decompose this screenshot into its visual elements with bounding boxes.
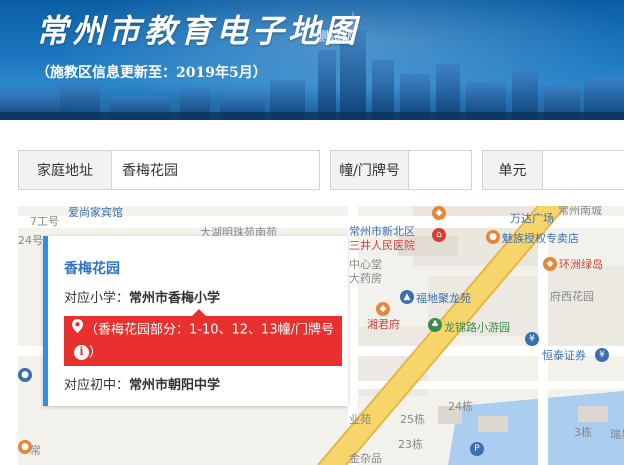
map-label: 25栋	[400, 413, 425, 426]
map-label: 业苑	[349, 413, 371, 426]
park-icon[interactable]: ♣	[428, 318, 442, 332]
middle-school-label: 对应初中：	[64, 378, 130, 393]
app-title: 常州市教育电子地图	[36, 12, 361, 50]
map-label: 湘君府	[367, 318, 400, 331]
map-label: 金杂品	[349, 452, 382, 465]
building-field[interactable]: 幢/门牌号	[330, 150, 472, 190]
hospital-icon[interactable]: ⌂	[432, 228, 446, 242]
map-label: 3栋	[574, 426, 592, 439]
map-label: 7工号	[30, 215, 59, 228]
primary-school-name[interactable]: 常州市香梅小学	[129, 291, 220, 306]
primary-school-row: 对应小学：常州市香梅小学	[64, 287, 220, 306]
map-label: 恒泰证券	[542, 349, 586, 362]
unit-field[interactable]: 单元	[482, 150, 624, 190]
map-label: 23栋	[398, 438, 423, 451]
address-label: 家庭地址	[19, 151, 112, 189]
map-label: 常	[30, 444, 41, 457]
restaurant-icon[interactable]: ◆	[543, 257, 557, 271]
building-input[interactable]	[409, 151, 471, 189]
building-label: 幢/门牌号	[331, 151, 409, 189]
map-label: 万达广场	[510, 212, 554, 225]
unit-label: 单元	[483, 151, 543, 189]
map-label: 环洲绿岛	[559, 258, 603, 271]
address-field[interactable]: 家庭地址 香梅花园	[18, 150, 320, 190]
school-info-card: 香梅花园 对应小学：常州市香梅小学 （香梅花园部分：1-10、12、13幢/门牌…	[43, 236, 348, 406]
middle-school-name[interactable]: 常州市朝阳中学	[129, 378, 220, 393]
map-label: 福地聚龙苑	[416, 292, 471, 305]
map-label: 常州南城	[558, 206, 602, 217]
map-label: 瑞易	[610, 428, 624, 441]
catchment-note: （香梅花园部分：1-10、12、13幢/门牌号 i）	[64, 309, 342, 366]
location-pin-icon	[72, 319, 83, 341]
header-banner: 常州市教育电子地图 测试版 （施教区信息更新至：2019年5月）	[0, 0, 624, 120]
update-date-note: （施教区信息更新至：2019年5月）	[36, 65, 267, 81]
unit-input[interactable]	[543, 151, 624, 189]
map-label: 24栋	[448, 400, 473, 413]
search-bar: 家庭地址 香梅花园 幢/门牌号 单元	[0, 120, 624, 206]
map-label: 大药房	[349, 272, 382, 285]
map-label: 魅族授权专卖店	[502, 232, 579, 245]
catchment-note-tail: ）	[89, 344, 103, 360]
catchment-note-text: （香梅花园部分：1-10、12、13幢/门牌号	[85, 322, 334, 338]
map-label: 爱尚家宾馆	[68, 206, 123, 219]
middle-school-row: 对应初中：常州市朝阳中学	[64, 374, 220, 393]
bank-icon[interactable]: ¥	[595, 348, 609, 362]
parking-icon[interactable]: P	[470, 442, 484, 456]
primary-school-label: 对应小学：	[64, 291, 130, 306]
map-label: 府西花园	[550, 290, 594, 303]
address-input[interactable]: 香梅花园	[112, 151, 319, 189]
shopping-icon[interactable]: ●	[486, 230, 500, 244]
finance-icon[interactable]: ¥	[525, 332, 539, 346]
test-version-badge: 测试版	[316, 30, 356, 45]
residence-name: 香梅花园	[64, 261, 120, 277]
map-poi-icon[interactable]: ●	[18, 368, 32, 382]
shop-icon[interactable]: ◆	[432, 206, 446, 220]
map-label: 24号	[18, 234, 43, 247]
residence-icon[interactable]: ▲	[400, 290, 414, 304]
food-icon[interactable]: ◆	[376, 302, 390, 316]
map-label: 三井人民医院	[349, 239, 415, 252]
info-icon[interactable]: i	[74, 344, 89, 360]
map-label: 龙锦路小游园	[444, 321, 510, 334]
